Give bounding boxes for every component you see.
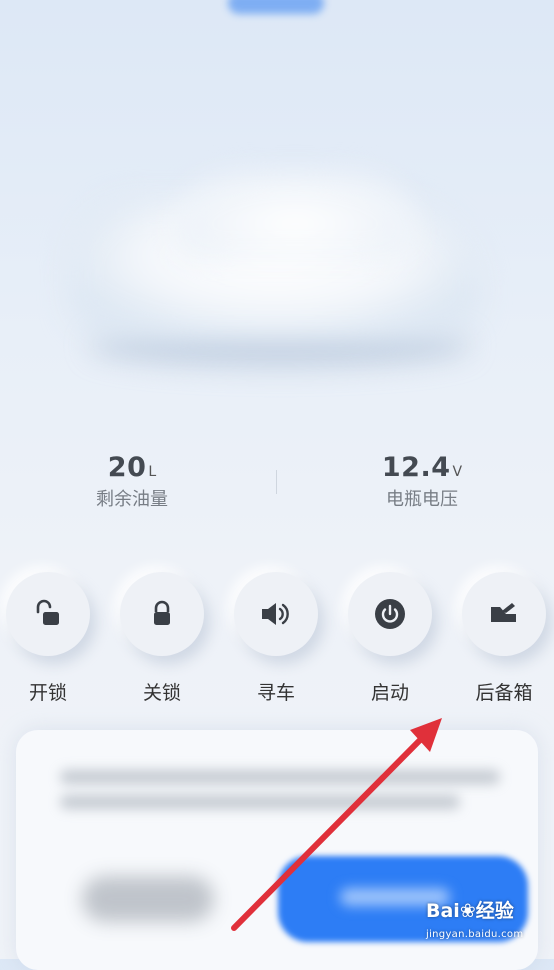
paw-icon: ❀	[459, 900, 476, 922]
watermark-brand-suffix: 经验	[475, 900, 514, 922]
baidu-watermark: Bai❀经验 jingyan.baidu.com	[426, 896, 554, 940]
annotation-arrow	[231, 718, 442, 931]
watermark-brand: Bai	[426, 900, 460, 922]
watermark-url: jingyan.baidu.com	[426, 929, 524, 940]
